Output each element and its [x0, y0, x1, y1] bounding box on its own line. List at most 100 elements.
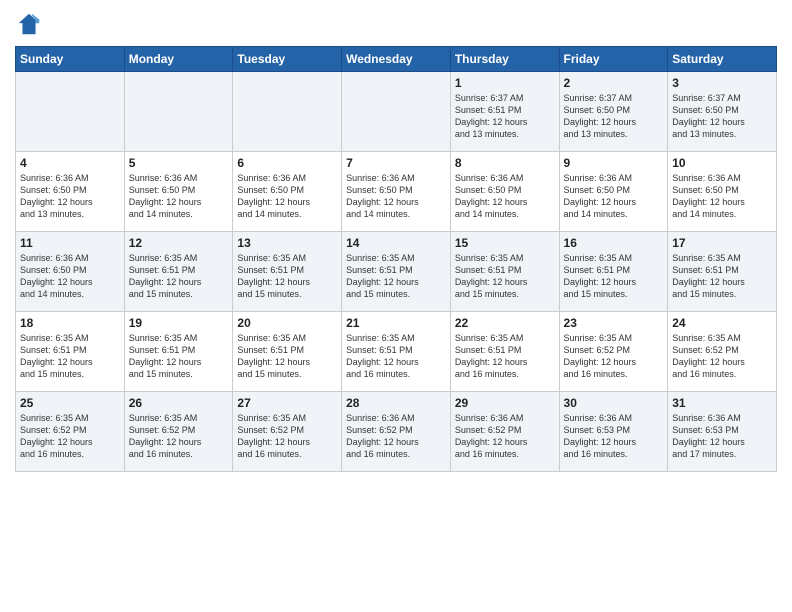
calendar-cell: 19 Sunrise: 6:35 AM Sunset: 6:51 PM Dayli… [124, 312, 233, 392]
day-info: Sunrise: 6:35 AM Sunset: 6:52 PM Dayligh… [129, 412, 229, 461]
day-number: 22 [455, 316, 555, 330]
weekday-header-saturday: Saturday [668, 47, 777, 72]
calendar-cell: 4 Sunrise: 6:36 AM Sunset: 6:50 PM Daylig… [16, 152, 125, 232]
day-info: Sunrise: 6:35 AM Sunset: 6:51 PM Dayligh… [20, 332, 120, 381]
calendar-cell [342, 72, 451, 152]
weekday-header-thursday: Thursday [450, 47, 559, 72]
day-info: Sunrise: 6:35 AM Sunset: 6:51 PM Dayligh… [129, 332, 229, 381]
day-number: 2 [564, 76, 664, 90]
day-number: 26 [129, 396, 229, 410]
day-number: 23 [564, 316, 664, 330]
day-number: 6 [237, 156, 337, 170]
page-container: SundayMondayTuesdayWednesdayThursdayFrid… [0, 0, 792, 482]
day-info: Sunrise: 6:35 AM Sunset: 6:51 PM Dayligh… [346, 252, 446, 301]
day-info: Sunrise: 6:36 AM Sunset: 6:53 PM Dayligh… [564, 412, 664, 461]
calendar-cell [16, 72, 125, 152]
weekday-header-tuesday: Tuesday [233, 47, 342, 72]
calendar-cell: 17 Sunrise: 6:35 AM Sunset: 6:51 PM Dayli… [668, 232, 777, 312]
day-info: Sunrise: 6:36 AM Sunset: 6:50 PM Dayligh… [455, 172, 555, 221]
weekday-header-friday: Friday [559, 47, 668, 72]
weekday-header-row: SundayMondayTuesdayWednesdayThursdayFrid… [16, 47, 777, 72]
day-number: 14 [346, 236, 446, 250]
day-info: Sunrise: 6:36 AM Sunset: 6:50 PM Dayligh… [346, 172, 446, 221]
day-info: Sunrise: 6:36 AM Sunset: 6:50 PM Dayligh… [20, 252, 120, 301]
day-info: Sunrise: 6:36 AM Sunset: 6:52 PM Dayligh… [455, 412, 555, 461]
calendar-cell: 13 Sunrise: 6:35 AM Sunset: 6:51 PM Dayli… [233, 232, 342, 312]
day-info: Sunrise: 6:36 AM Sunset: 6:50 PM Dayligh… [672, 172, 772, 221]
calendar-cell: 27Sunrise: 6:35 AM Sunset: 6:52 PM Dayli… [233, 392, 342, 472]
calendar-cell: 22 Sunrise: 6:35 AM Sunset: 6:51 PM Dayli… [450, 312, 559, 392]
day-number: 30 [564, 396, 664, 410]
calendar-cell: 26 Sunrise: 6:35 AM Sunset: 6:52 PM Dayli… [124, 392, 233, 472]
calendar-cell: 21 Sunrise: 6:35 AM Sunset: 6:51 PM Dayli… [342, 312, 451, 392]
day-number: 9 [564, 156, 664, 170]
day-number: 4 [20, 156, 120, 170]
day-number: 11 [20, 236, 120, 250]
calendar-cell [233, 72, 342, 152]
calendar-cell: 6Sunrise: 6:36 AM Sunset: 6:50 PM Daylig… [233, 152, 342, 232]
calendar-cell: 31Sunrise: 6:36 AM Sunset: 6:53 PM Dayli… [668, 392, 777, 472]
calendar-cell: 14 Sunrise: 6:35 AM Sunset: 6:51 PM Dayli… [342, 232, 451, 312]
logo-icon [15, 10, 43, 38]
day-number: 16 [564, 236, 664, 250]
day-info: Sunrise: 6:35 AM Sunset: 6:51 PM Dayligh… [564, 252, 664, 301]
day-info: Sunrise: 6:37 AM Sunset: 6:50 PM Dayligh… [564, 92, 664, 141]
weekday-header-sunday: Sunday [16, 47, 125, 72]
day-number: 5 [129, 156, 229, 170]
day-number: 12 [129, 236, 229, 250]
day-number: 18 [20, 316, 120, 330]
day-number: 17 [672, 236, 772, 250]
calendar-cell: 7 Sunrise: 6:36 AM Sunset: 6:50 PM Daylig… [342, 152, 451, 232]
day-info: Sunrise: 6:35 AM Sunset: 6:51 PM Dayligh… [672, 252, 772, 301]
day-number: 25 [20, 396, 120, 410]
day-number: 19 [129, 316, 229, 330]
day-info: Sunrise: 6:35 AM Sunset: 6:52 PM Dayligh… [20, 412, 120, 461]
day-info: Sunrise: 6:35 AM Sunset: 6:52 PM Dayligh… [672, 332, 772, 381]
calendar-cell: 10Sunrise: 6:36 AM Sunset: 6:50 PM Dayli… [668, 152, 777, 232]
day-info: Sunrise: 6:35 AM Sunset: 6:51 PM Dayligh… [129, 252, 229, 301]
calendar-cell: 23 Sunrise: 6:35 AM Sunset: 6:52 PM Dayli… [559, 312, 668, 392]
day-number: 20 [237, 316, 337, 330]
calendar-cell: 3 Sunrise: 6:37 AM Sunset: 6:50 PM Daylig… [668, 72, 777, 152]
calendar-cell: 8 Sunrise: 6:36 AM Sunset: 6:50 PM Daylig… [450, 152, 559, 232]
day-info: Sunrise: 6:35 AM Sunset: 6:51 PM Dayligh… [455, 332, 555, 381]
calendar-cell: 20 Sunrise: 6:35 AM Sunset: 6:51 PM Dayli… [233, 312, 342, 392]
day-info: Sunrise: 6:36 AM Sunset: 6:52 PM Dayligh… [346, 412, 446, 461]
calendar-cell: 16 Sunrise: 6:35 AM Sunset: 6:51 PM Dayli… [559, 232, 668, 312]
weekday-header-monday: Monday [124, 47, 233, 72]
day-info: Sunrise: 6:35 AM Sunset: 6:52 PM Dayligh… [564, 332, 664, 381]
calendar-week-row: 25 Sunrise: 6:35 AM Sunset: 6:52 PM Dayli… [16, 392, 777, 472]
calendar-table: SundayMondayTuesdayWednesdayThursdayFrid… [15, 46, 777, 472]
weekday-header-wednesday: Wednesday [342, 47, 451, 72]
calendar-cell: 9Sunrise: 6:36 AM Sunset: 6:50 PM Daylig… [559, 152, 668, 232]
calendar-cell: 12 Sunrise: 6:35 AM Sunset: 6:51 PM Dayli… [124, 232, 233, 312]
day-info: Sunrise: 6:35 AM Sunset: 6:51 PM Dayligh… [237, 252, 337, 301]
logo [15, 10, 47, 38]
day-number: 8 [455, 156, 555, 170]
day-info: Sunrise: 6:35 AM Sunset: 6:51 PM Dayligh… [237, 332, 337, 381]
calendar-cell: 15Sunrise: 6:35 AM Sunset: 6:51 PM Dayli… [450, 232, 559, 312]
calendar-week-row: 1Sunrise: 6:37 AM Sunset: 6:51 PM Daylig… [16, 72, 777, 152]
calendar-week-row: 11 Sunrise: 6:36 AM Sunset: 6:50 PM Dayli… [16, 232, 777, 312]
day-info: Sunrise: 6:37 AM Sunset: 6:50 PM Dayligh… [672, 92, 772, 141]
day-number: 13 [237, 236, 337, 250]
day-number: 27 [237, 396, 337, 410]
calendar-week-row: 4 Sunrise: 6:36 AM Sunset: 6:50 PM Daylig… [16, 152, 777, 232]
calendar-cell: 1Sunrise: 6:37 AM Sunset: 6:51 PM Daylig… [450, 72, 559, 152]
day-info: Sunrise: 6:36 AM Sunset: 6:50 PM Dayligh… [20, 172, 120, 221]
day-number: 28 [346, 396, 446, 410]
day-number: 7 [346, 156, 446, 170]
day-number: 24 [672, 316, 772, 330]
calendar-cell: 24 Sunrise: 6:35 AM Sunset: 6:52 PM Dayli… [668, 312, 777, 392]
calendar-cell: 28 Sunrise: 6:36 AM Sunset: 6:52 PM Dayli… [342, 392, 451, 472]
calendar-cell: 30 Sunrise: 6:36 AM Sunset: 6:53 PM Dayli… [559, 392, 668, 472]
day-number: 3 [672, 76, 772, 90]
calendar-cell: 18 Sunrise: 6:35 AM Sunset: 6:51 PM Dayli… [16, 312, 125, 392]
day-number: 21 [346, 316, 446, 330]
calendar-cell: 5 Sunrise: 6:36 AM Sunset: 6:50 PM Daylig… [124, 152, 233, 232]
day-number: 29 [455, 396, 555, 410]
day-info: Sunrise: 6:35 AM Sunset: 6:51 PM Dayligh… [346, 332, 446, 381]
day-info: Sunrise: 6:36 AM Sunset: 6:50 PM Dayligh… [129, 172, 229, 221]
calendar-week-row: 18 Sunrise: 6:35 AM Sunset: 6:51 PM Dayli… [16, 312, 777, 392]
day-info: Sunrise: 6:35 AM Sunset: 6:51 PM Dayligh… [455, 252, 555, 301]
